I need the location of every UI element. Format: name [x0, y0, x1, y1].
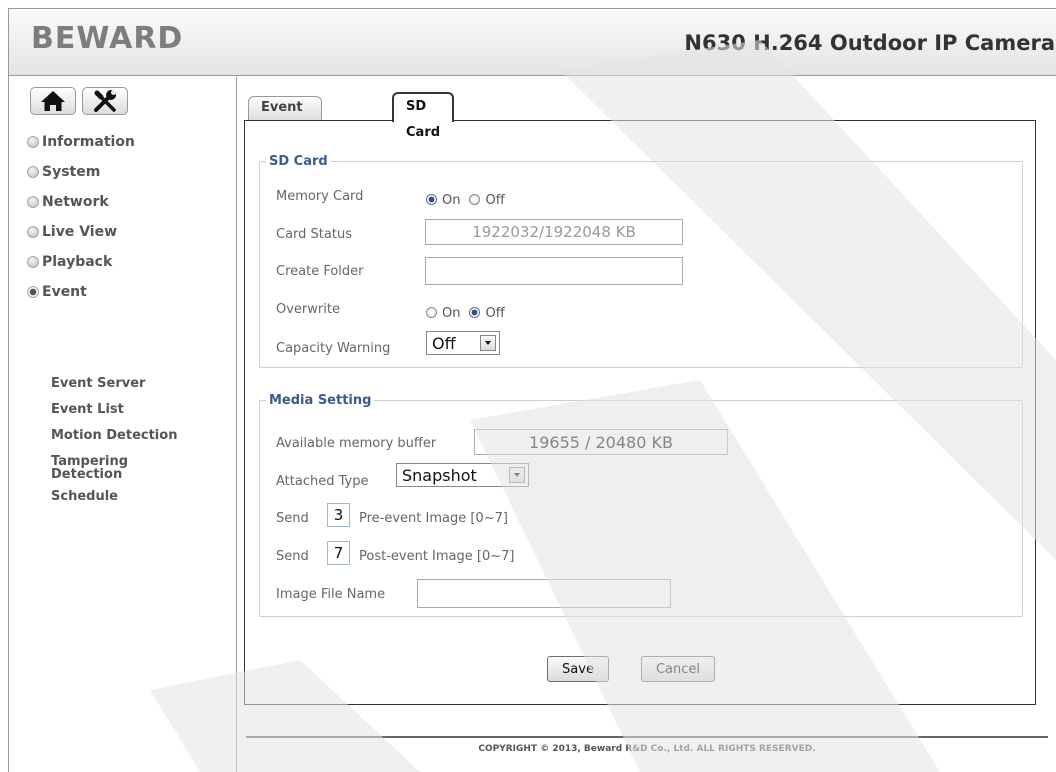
- image-file-name-input[interactable]: [417, 579, 671, 608]
- save-button[interactable]: Save: [547, 656, 609, 682]
- tab-sd-card[interactable]: SD Card: [392, 92, 455, 140]
- overwrite-off-radio[interactable]: [469, 307, 481, 318]
- sidebar-item-event[interactable]: Event: [27, 277, 135, 307]
- sidebar-menu: Information System Network Live View Pla…: [27, 127, 135, 307]
- sidebar-item-information[interactable]: Information: [27, 127, 135, 157]
- memory-card-label: Memory Card: [276, 189, 364, 204]
- attached-type-label: Attached Type: [276, 474, 369, 489]
- sidebar: Information System Network Live View Pla…: [9, 77, 237, 772]
- capacity-warning-select[interactable]: Off: [426, 331, 500, 355]
- create-folder-input[interactable]: [425, 257, 683, 285]
- settings-button[interactable]: [82, 87, 128, 115]
- header-bar: BEWARD N630 H.264 Outdoor IP Camera: [9, 9, 1056, 76]
- select-value: Off: [432, 333, 456, 353]
- bullet-active-icon: [27, 286, 39, 298]
- tab-event-server[interactable]: Event Server: [248, 96, 323, 137]
- post-event-count-input[interactable]: 7: [327, 541, 350, 565]
- memory-card-off-radio[interactable]: [469, 194, 481, 205]
- sidebar-item-label: Information: [42, 134, 135, 150]
- create-folder-label: Create Folder: [276, 264, 364, 279]
- sidebar-item-network[interactable]: Network: [27, 187, 135, 217]
- post-event-label: Post-event Image [0~7]: [359, 549, 515, 564]
- brand-logo: BEWARD: [31, 21, 184, 56]
- attached-type-select[interactable]: Snapshot: [396, 463, 529, 487]
- radio-label: On: [442, 193, 461, 208]
- bullet-icon: [27, 196, 39, 208]
- overwrite-on-radio[interactable]: [426, 307, 437, 318]
- pre-event-count-input[interactable]: 3: [327, 503, 350, 527]
- card-status-label: Card Status: [276, 227, 352, 242]
- copyright-footer: COPYRIGHT © 2013, Beward R&D Co., Ltd. A…: [478, 744, 816, 754]
- home-icon: [41, 91, 65, 111]
- tab-panel: SD Card Memory Card On Off Card Status 19…: [244, 120, 1036, 705]
- event-submenu: Event Server Event List Motion Detection…: [51, 377, 201, 516]
- radio-label: Off: [485, 193, 505, 208]
- capacity-warning-label: Capacity Warning: [276, 341, 391, 356]
- sidebar-item-live-view[interactable]: Live View: [27, 217, 135, 247]
- home-button[interactable]: [30, 87, 76, 115]
- sidebar-item-label: System: [42, 164, 101, 180]
- radio-label: On: [442, 306, 461, 321]
- bullet-icon: [27, 136, 39, 148]
- submenu-event-server[interactable]: Event Server: [51, 377, 201, 390]
- submenu-motion-detection[interactable]: Motion Detection: [51, 429, 201, 442]
- card-status-field: 1922032/1922048 KB: [425, 219, 683, 245]
- sidebar-item-system[interactable]: System: [27, 157, 135, 187]
- tools-icon: [94, 90, 116, 112]
- send-label: Send: [276, 549, 309, 564]
- submenu-tampering-detection[interactable]: Tampering Detection: [51, 455, 201, 481]
- sidebar-item-label: Event: [42, 284, 87, 300]
- memory-card-on-radio[interactable]: [426, 194, 437, 205]
- radio-label: Off: [485, 306, 505, 321]
- overwrite-label: Overwrite: [276, 302, 340, 317]
- sd-card-legend: SD Card: [269, 154, 328, 169]
- sidebar-icon-buttons: [30, 87, 128, 115]
- footer-divider: [246, 736, 1048, 738]
- submenu-event-list[interactable]: Event List: [51, 403, 201, 416]
- submenu-schedule[interactable]: Schedule: [51, 490, 201, 503]
- dropdown-arrow-icon: [480, 335, 496, 351]
- select-value: Snapshot: [402, 465, 477, 485]
- bullet-icon: [27, 166, 39, 178]
- sidebar-item-playback[interactable]: Playback: [27, 247, 135, 277]
- memory-card-radio-group: On Off: [426, 189, 514, 208]
- buffer-label: Available memory buffer: [276, 436, 437, 451]
- camera-model-title: N630 H.264 Outdoor IP Camera: [684, 31, 1055, 55]
- image-file-name-label: Image File Name: [276, 587, 386, 602]
- submenu-label: Tampering Detection: [51, 454, 129, 482]
- sidebar-item-label: Playback: [42, 254, 113, 270]
- overwrite-radio-group: On Off: [426, 302, 514, 321]
- send-label: Send: [276, 511, 309, 526]
- cancel-button[interactable]: Cancel: [641, 656, 715, 682]
- buffer-field: 19655 / 20480 KB: [474, 429, 728, 455]
- bullet-icon: [27, 226, 39, 238]
- sidebar-item-label: Network: [42, 194, 109, 210]
- sidebar-item-label: Live View: [42, 224, 118, 240]
- dropdown-arrow-icon: [509, 467, 525, 483]
- pre-event-label: Pre-event Image [0~7]: [359, 511, 508, 526]
- media-setting-legend: Media Setting: [269, 393, 372, 408]
- bullet-icon: [27, 256, 39, 268]
